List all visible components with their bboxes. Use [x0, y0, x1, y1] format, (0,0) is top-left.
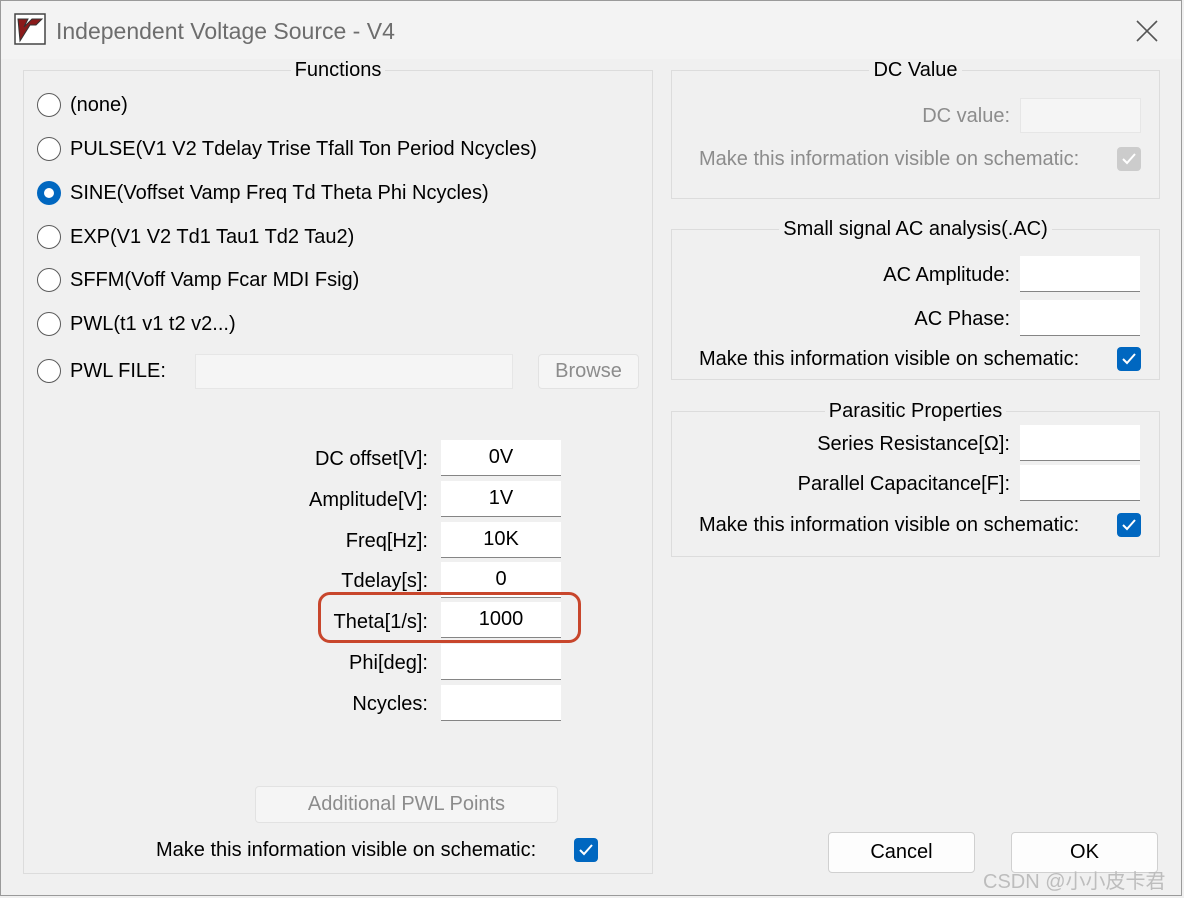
- radio-sine[interactable]: SINE(Voffset Vamp Freq Td Theta Phi Ncyc…: [37, 178, 489, 208]
- check-icon: [1122, 153, 1136, 165]
- radio-button[interactable]: [37, 312, 61, 336]
- radio-label: PULSE(V1 V2 Tdelay Trise Tfall Ton Perio…: [70, 137, 537, 160]
- param-label-ncycles: Ncycles:: [352, 693, 428, 715]
- param-input-phi[interactable]: [441, 644, 561, 680]
- param-input-amplitude[interactable]: 1V: [441, 481, 561, 517]
- radio-label: SFFM(Voff Vamp Fcar MDI Fsig): [70, 268, 360, 291]
- additional-pwl-points-button[interactable]: Additional PWL Points: [255, 786, 558, 823]
- parasitic-visible-checkbox[interactable]: [1117, 513, 1141, 537]
- radio-button-selected[interactable]: [37, 181, 61, 205]
- param-label-phi: Phi[deg]:: [349, 652, 428, 674]
- dc-visible-label: Make this information visible on schemat…: [699, 148, 1080, 170]
- param-label-tdelay: Tdelay[s]:: [341, 570, 428, 592]
- radio-button[interactable]: [37, 359, 61, 383]
- watermark-text: CSDN @小小皮卡君: [983, 871, 1166, 893]
- check-icon: [579, 844, 593, 856]
- dc-visible-checkbox[interactable]: [1117, 147, 1141, 171]
- radio-button[interactable]: [37, 268, 61, 292]
- parallel-capacitance-label: Parallel Capacitance[F]:: [797, 473, 1010, 495]
- check-icon: [1122, 353, 1136, 365]
- radio-label: PWL(t1 v1 t2 v2...): [70, 312, 236, 335]
- radio-button[interactable]: [37, 225, 61, 249]
- dc-value-input[interactable]: [1020, 98, 1141, 133]
- param-label-amplitude: Amplitude[V]:: [309, 489, 428, 511]
- radio-label: EXP(V1 V2 Td1 Tau1 Td2 Tau2): [70, 225, 355, 248]
- parallel-capacitance-input[interactable]: [1020, 465, 1140, 501]
- param-input-ncycles[interactable]: [441, 685, 561, 721]
- title-bar: Independent Voltage Source - V4: [1, 1, 1181, 59]
- series-resistance-label: Series Resistance[Ω]:: [817, 433, 1010, 455]
- cancel-button[interactable]: Cancel: [828, 832, 975, 873]
- param-label-freq: Freq[Hz]:: [345, 530, 428, 552]
- ac-amplitude-label: AC Amplitude:: [883, 264, 1010, 286]
- browse-button[interactable]: Browse: [538, 354, 639, 389]
- series-resistance-input[interactable]: [1020, 425, 1140, 461]
- radio-pwl-file[interactable]: PWL FILE:: [37, 356, 166, 386]
- ac-amplitude-input[interactable]: [1020, 256, 1140, 292]
- ac-visible-label: Make this information visible on schemat…: [699, 348, 1080, 370]
- ac-phase-label: AC Phase:: [914, 308, 1010, 330]
- radio-pulse[interactable]: PULSE(V1 V2 Tdelay Trise Tfall Ton Perio…: [37, 134, 537, 164]
- param-label-dc-offset: DC offset[V]:: [314, 448, 428, 470]
- radio-none[interactable]: (none): [37, 90, 128, 120]
- radio-pwl[interactable]: PWL(t1 v1 t2 v2...): [37, 309, 236, 339]
- radio-label: PWL FILE:: [70, 359, 166, 382]
- radio-label: SINE(Voffset Vamp Freq Td Theta Phi Ncyc…: [70, 181, 489, 204]
- dc-value-legend: DC Value: [873, 59, 958, 81]
- check-icon: [1122, 519, 1136, 531]
- ltspice-logo-icon: [14, 13, 46, 45]
- radio-exp[interactable]: EXP(V1 V2 Td1 Tau1 Td2 Tau2): [37, 222, 354, 252]
- close-icon: [1136, 20, 1158, 42]
- pwl-file-input[interactable]: [195, 354, 513, 389]
- radio-sffm[interactable]: SFFM(Voff Vamp Fcar MDI Fsig): [37, 265, 359, 295]
- functions-visible-checkbox[interactable]: [574, 838, 598, 862]
- parasitic-visible-label: Make this information visible on schemat…: [699, 514, 1080, 536]
- theta-highlight-annotation: [318, 592, 581, 643]
- dc-value-label: DC value:: [922, 105, 1010, 127]
- param-input-freq[interactable]: 10K: [441, 522, 561, 558]
- ac-visible-checkbox[interactable]: [1117, 347, 1141, 371]
- close-button[interactable]: [1121, 11, 1173, 51]
- param-input-dc-offset[interactable]: 0V: [441, 440, 561, 476]
- parasitic-legend: Parasitic Properties: [828, 400, 1003, 422]
- radio-button[interactable]: [37, 93, 61, 117]
- radio-button[interactable]: [37, 137, 61, 161]
- dialog-window: Independent Voltage Source - V4 Function…: [0, 0, 1182, 896]
- ac-analysis-legend: Small signal AC analysis(.AC): [783, 218, 1048, 240]
- window-title: Independent Voltage Source - V4: [56, 18, 395, 44]
- functions-visible-label: Make this information visible on schemat…: [156, 839, 537, 861]
- functions-legend: Functions: [294, 59, 382, 81]
- radio-label: (none): [70, 93, 128, 116]
- ac-phase-input[interactable]: [1020, 300, 1140, 336]
